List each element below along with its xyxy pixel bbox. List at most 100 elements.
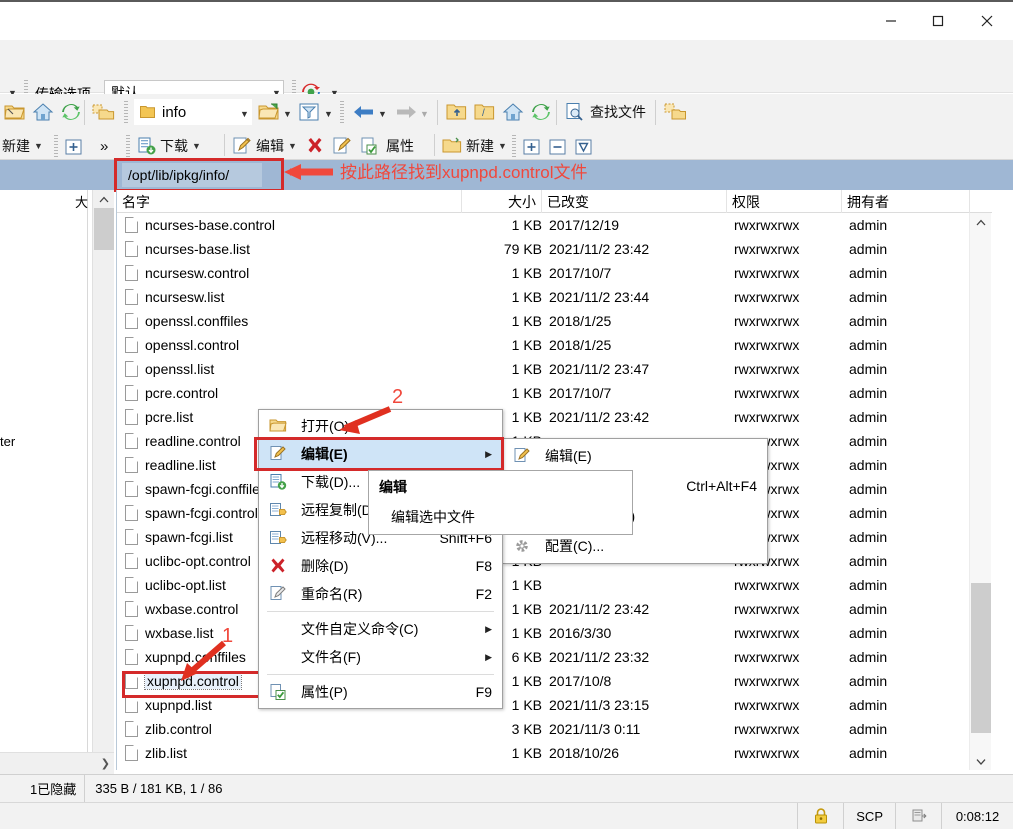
minimize-button[interactable] [867,2,914,40]
file-list-header: 名字 大小 已改变 权限 拥有者 [117,190,992,213]
column-header-owner[interactable]: 拥有者 [842,190,970,213]
open-folder-button[interactable] [2,98,28,126]
history-gripper[interactable] [340,101,344,125]
open-directory-caret[interactable]: ▼ [283,110,292,119]
back-caret[interactable]: ▼ [378,110,387,119]
edit-button[interactable]: 编辑 ▼ [230,132,299,160]
cell-name[interactable]: ncurses-base.list [125,237,455,261]
refresh-button[interactable] [58,98,84,126]
cell-name[interactable]: zlib.control [125,717,455,741]
menu-item[interactable]: 文件名(F)▶ [259,643,502,671]
local-panel-scrollbar[interactable] [92,190,114,770]
filter-caret[interactable]: ▼ [324,110,333,119]
menu-item[interactable]: 删除(D)F8 [259,552,502,580]
menu-item[interactable]: 打开(O) [259,412,502,440]
menu-item[interactable]: 文件自定义命令(C)▶ [259,615,502,643]
rename-button[interactable] [330,132,354,160]
menu-item[interactable]: 配置(C)... [503,531,767,561]
download-gripper[interactable] [126,135,130,159]
cell-changed: 2017/10/8 [549,669,727,693]
download-button[interactable]: 下载 ▼ [134,132,203,160]
table-row[interactable]: ncurses-base.list79 KB2021/11/2 23:42rwx… [117,237,992,261]
menu-item[interactable]: 编辑(E) [503,441,767,471]
column-header-changed[interactable]: 已改变 [542,190,727,213]
cell-name[interactable]: openssl.conffiles [125,309,455,333]
table-row[interactable]: uclibc-opt.list1 KBrwxrwxrwxadmin [117,573,992,597]
parent-directory-button[interactable] [444,98,470,126]
column-header-name[interactable]: 名字 [117,190,462,213]
download-caret[interactable]: ▼ [192,142,201,151]
menu-item[interactable]: 属性(P)F9 [259,678,502,706]
add-bookmark-button[interactable] [662,98,690,126]
add-button-left[interactable] [62,133,86,161]
new-left-button[interactable]: 新建 ▼ [0,132,45,160]
svg-text:/: / [482,108,485,119]
new-left-caret[interactable]: ▼ [34,142,43,151]
home-button[interactable] [30,98,56,126]
properties-button[interactable]: 属性 [357,132,416,160]
home-directory-button[interactable] [500,98,526,126]
find-file-button[interactable]: 查找文件 [563,98,648,126]
remote-scroll-thumb[interactable] [971,583,991,733]
table-row[interactable]: zlib.control3 KB2021/11/3 0:11rwxrwxrwxa… [117,717,992,741]
local-horizontal-scrollbar[interactable]: ❯ [0,752,114,774]
table-row[interactable]: wxbase.list1 KB2016/3/30rwxrwxrwxadmin [117,621,992,645]
new-button[interactable]: 新建 ▼ [440,132,509,160]
new-caret[interactable]: ▼ [498,142,507,151]
maximize-button[interactable] [914,2,961,40]
open-folder-icon [4,102,26,122]
cell-name[interactable]: ncursesw.control [125,261,455,285]
cell-name[interactable]: pcre.control [125,381,455,405]
table-row[interactable]: openssl.control1 KB2018/1/25rwxrwxrwxadm… [117,333,992,357]
table-row[interactable]: pcre.control1 KB2017/10/7rwxrwxrwxadmin [117,381,992,405]
plus-gripper[interactable] [54,135,58,159]
cell-name[interactable]: ncurses-base.control [125,213,455,237]
scroll-up-icon[interactable] [970,213,992,231]
table-row[interactable]: pcre.list1 KB2021/11/2 23:42rwxrwxrwxadm… [117,405,992,429]
new-folder-button[interactable] [90,98,118,126]
remote-panel-scrollbar[interactable] [969,213,991,770]
path-combo-gripper[interactable] [124,101,128,125]
table-row[interactable]: ncursesw.control1 KB2017/10/7rwxrwxrwxad… [117,261,992,285]
edit-caret[interactable]: ▼ [288,142,297,151]
local-scroll-thumb[interactable] [94,208,114,250]
column-header-size[interactable]: 大小 [462,190,542,213]
encryption-status[interactable] [797,803,843,829]
cell-changed: 2021/11/2 23:42 [549,405,727,429]
cell-name[interactable]: ncursesw.list [125,285,455,309]
delete-button[interactable] [303,132,327,160]
directory-combo-caret[interactable]: ▼ [240,110,249,119]
scroll-up-icon[interactable] [93,190,115,208]
properties-icon [359,136,379,156]
close-button[interactable] [961,2,1013,40]
table-row[interactable]: ncursesw.list1 KB2021/11/2 23:44rwxrwxrw… [117,285,992,309]
selection-gripper[interactable] [512,135,516,159]
table-row[interactable]: wxbase.control1 KB2021/11/2 23:42rwxrwxr… [117,597,992,621]
remote-move-icon [269,529,287,547]
hscroll-right-icon[interactable]: ❯ [101,757,110,770]
table-row[interactable]: openssl.list1 KB2021/11/2 23:47rwxrwxrwx… [117,357,992,381]
column-header-rights[interactable]: 权限 [727,190,842,213]
directory-combo[interactable]: info [134,99,252,125]
open-directory-button[interactable] [256,98,282,126]
table-row[interactable]: zlib.list1 KB2018/10/26rwxrwxrwxadmin [117,741,992,765]
cell-name[interactable]: openssl.control [125,333,455,357]
cell-name[interactable]: zlib.list [125,741,455,765]
menu-item[interactable]: 重命名(R)F2 [259,580,502,608]
table-row[interactable]: xupnpd.conffiles6 KB2021/11/2 23:32rwxrw… [117,645,992,669]
back-button[interactable] [350,98,378,126]
file-icon [125,457,138,473]
cell-name[interactable]: openssl.list [125,357,455,381]
select-invert-button[interactable] [572,133,596,161]
refresh-remote-button[interactable] [528,98,554,126]
select-minus-button[interactable] [546,133,570,161]
table-row[interactable]: openssl.conffiles1 KB2018/1/25rwxrwxrwxa… [117,309,992,333]
filter-button[interactable] [296,98,322,126]
toolbar-overflow-button[interactable]: » [98,132,110,160]
scroll-down-icon[interactable] [970,752,992,770]
select-plus-button[interactable] [520,133,544,161]
table-row[interactable]: ncurses-base.control1 KB2017/12/19rwxrwx… [117,213,992,237]
root-directory-button[interactable]: / [472,98,498,126]
transfer-queue-status[interactable] [895,803,941,829]
file-icon [125,385,138,401]
